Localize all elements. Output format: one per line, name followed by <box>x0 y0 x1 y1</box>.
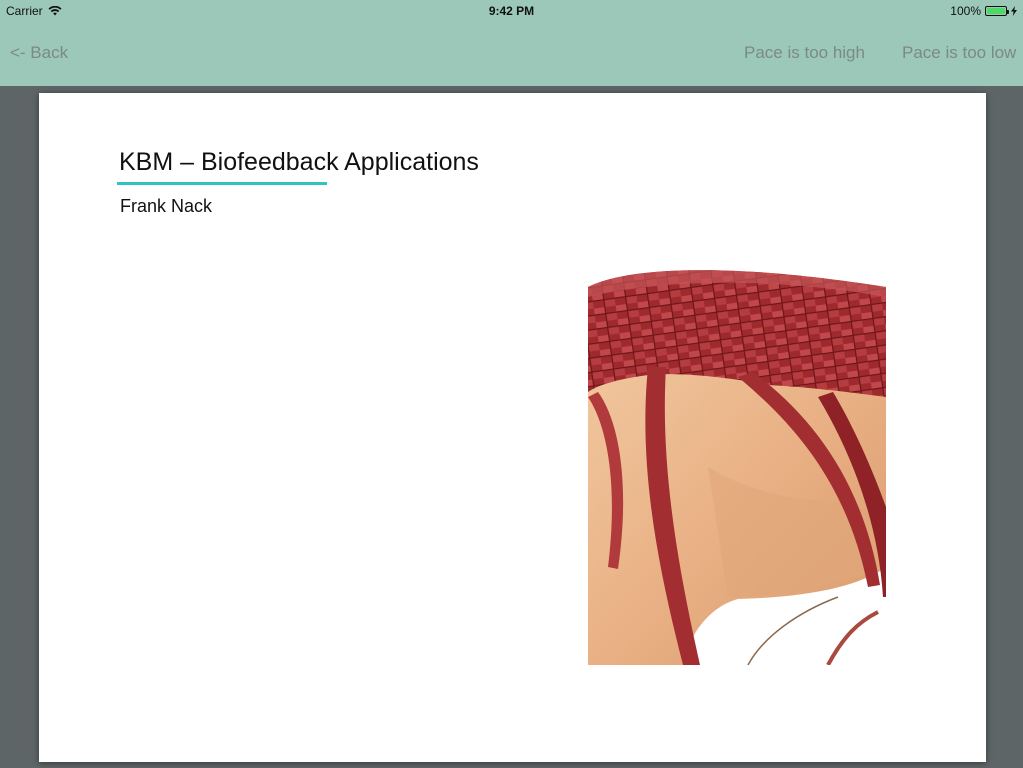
title-underline <box>117 182 327 185</box>
status-bar: Carrier 9:42 PM 100% <box>0 0 1023 22</box>
slide-photo <box>588 267 886 665</box>
pace-too-low-button[interactable]: Pace is too low <box>902 43 1016 63</box>
back-button[interactable]: <- Back <box>10 43 68 63</box>
clock: 9:42 PM <box>488 4 535 18</box>
charging-bolt-icon <box>1011 6 1017 16</box>
top-bar: Carrier 9:42 PM 100% <- Back Pace is too… <box>0 0 1023 86</box>
battery-icon <box>985 6 1009 16</box>
battery-percent: 100% <box>950 4 981 18</box>
navigation-bar: <- Back Pace is too high Pace is too low <box>0 22 1023 86</box>
battery-group: 100% <box>950 4 1017 18</box>
pace-too-high-button[interactable]: Pace is too high <box>744 43 865 63</box>
presentation-slide: KBM – Biofeedback Applications Frank Nac… <box>39 93 986 762</box>
slide-title: KBM – Biofeedback Applications <box>119 148 479 176</box>
slide-author: Frank Nack <box>120 196 213 216</box>
